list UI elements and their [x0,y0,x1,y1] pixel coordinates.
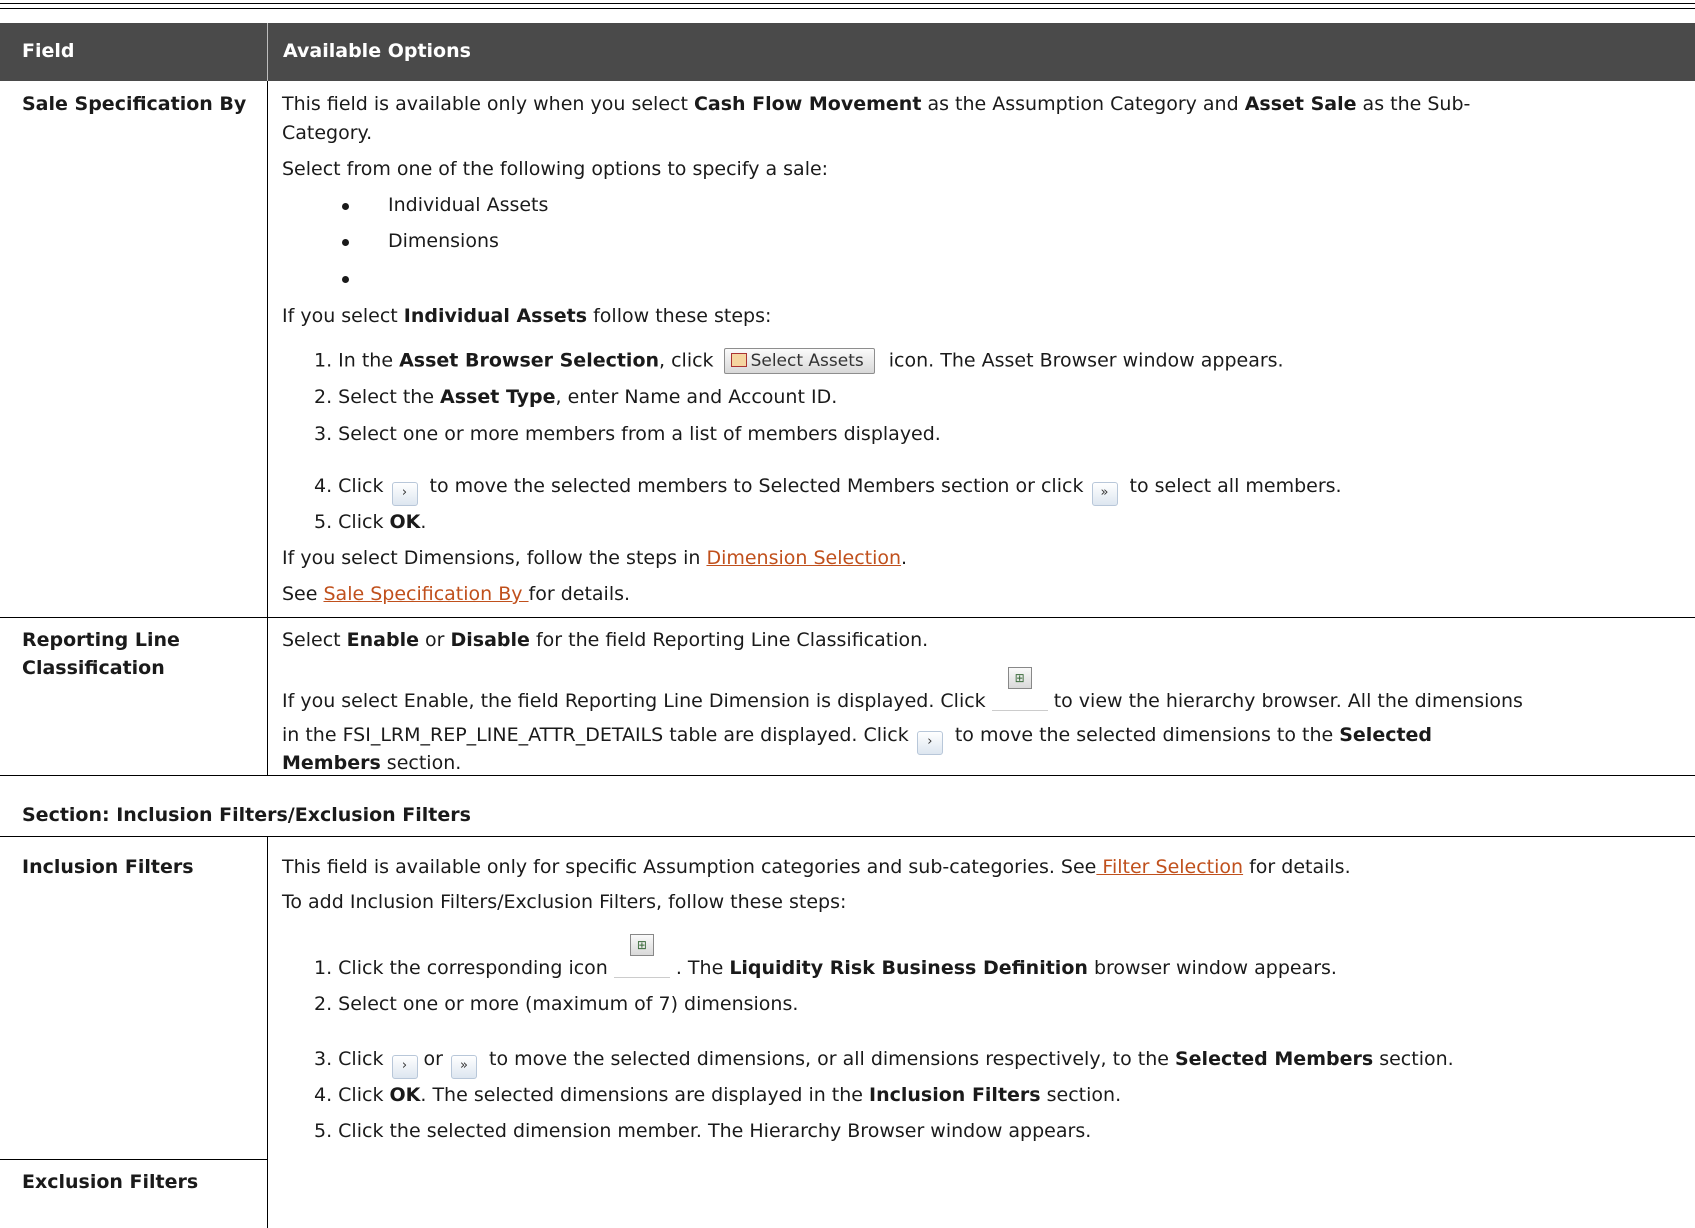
sale-spec-intro: Select from one of the following options… [282,158,829,180]
sale-spec-line2: Category. [282,122,373,144]
step-4: 4. Click › to move the selected members … [314,475,1342,506]
select-assets-button[interactable]: Select Assets [723,348,875,374]
filter-step-4: 4. Click OK. The selected dimensions are… [314,1084,1122,1106]
filters-line2: To add Inclusion Filters/Exclusion Filte… [282,891,847,913]
top-rule-inner [0,8,1695,9]
field-inclusion-filters: Inclusion Filters [22,856,194,878]
bullet [342,203,349,210]
bullet-individual-assets: Individual Assets [388,194,549,216]
move-selected-icon[interactable]: › [391,482,418,506]
sale-spec-line1: This field is available only when you se… [282,93,1471,115]
if-select-individual: If you select Individual Assets follow t… [282,305,772,327]
bullet-dimensions: Dimensions [388,230,499,252]
column-divider [267,617,268,775]
bullet-empty [342,276,349,283]
row-divider [0,775,1695,776]
step-5: 5. Click OK. [314,511,427,533]
hierarchy-icon[interactable]: ⊞ [991,667,1048,711]
bullet [342,239,349,246]
row-divider [0,1159,267,1160]
filter-selection-link[interactable]: Filter Selection [1096,856,1243,878]
header-options: Available Options [283,40,471,62]
header-field: Field [22,40,75,62]
table-header: Field Available Options [0,23,1695,81]
section-title: Section: Inclusion Filters/Exclusion Fil… [22,804,471,826]
see-details: See Sale Specification By for details. [282,583,631,605]
dimensions-note: If you select Dimensions, follow the ste… [282,547,908,569]
move-all-icon[interactable]: » [1091,482,1118,506]
field-reporting-line-1: Reporting Line [22,629,180,651]
sale-specification-link[interactable]: Sale Specification By [323,583,528,605]
step-1: 1. In the Asset Browser Selection, click… [314,348,1284,374]
column-divider [267,836,268,1228]
reporting-line1: Select Enable or Disable for the field R… [282,629,929,651]
header-divider [267,23,268,81]
column-divider [267,81,268,617]
move-all-icon[interactable]: » [450,1055,477,1079]
filter-step-1: 1. Click the corresponding icon ⊞. The Li… [314,934,1337,979]
top-rule [0,3,1695,4]
field-exclusion-filters: Exclusion Filters [22,1171,199,1193]
step-3: 3. Select one or more members from a lis… [314,423,941,445]
row-divider [0,617,1695,618]
select-assets-icon [730,353,747,367]
reporting-line3: in the FSI_LRM_REP_LINE_ATTR_DETAILS tab… [282,724,1432,755]
field-sale-specification: Sale Specification By [22,93,247,115]
filter-step-2: 2. Select one or more (maximum of 7) dim… [314,993,799,1015]
move-selected-icon[interactable]: › [391,1055,418,1079]
step-2: 2. Select the Asset Type, enter Name and… [314,386,838,408]
field-reporting-line-2: Classification [22,657,165,679]
row-divider [0,836,1695,837]
filters-line1: This field is available only for specifi… [282,856,1351,878]
reporting-line2: If you select Enable, the field Reportin… [282,667,1523,712]
filter-step-5: 5. Click the selected dimension member. … [314,1120,1092,1142]
reporting-line4: Members section. [282,752,462,774]
move-selected-icon[interactable]: › [916,731,943,755]
hierarchy-icon[interactable]: ⊞ [613,934,670,978]
filter-step-3: 3. Click › or » to move the selected dime… [314,1048,1454,1079]
dimension-selection-link[interactable]: Dimension Selection [706,547,901,569]
